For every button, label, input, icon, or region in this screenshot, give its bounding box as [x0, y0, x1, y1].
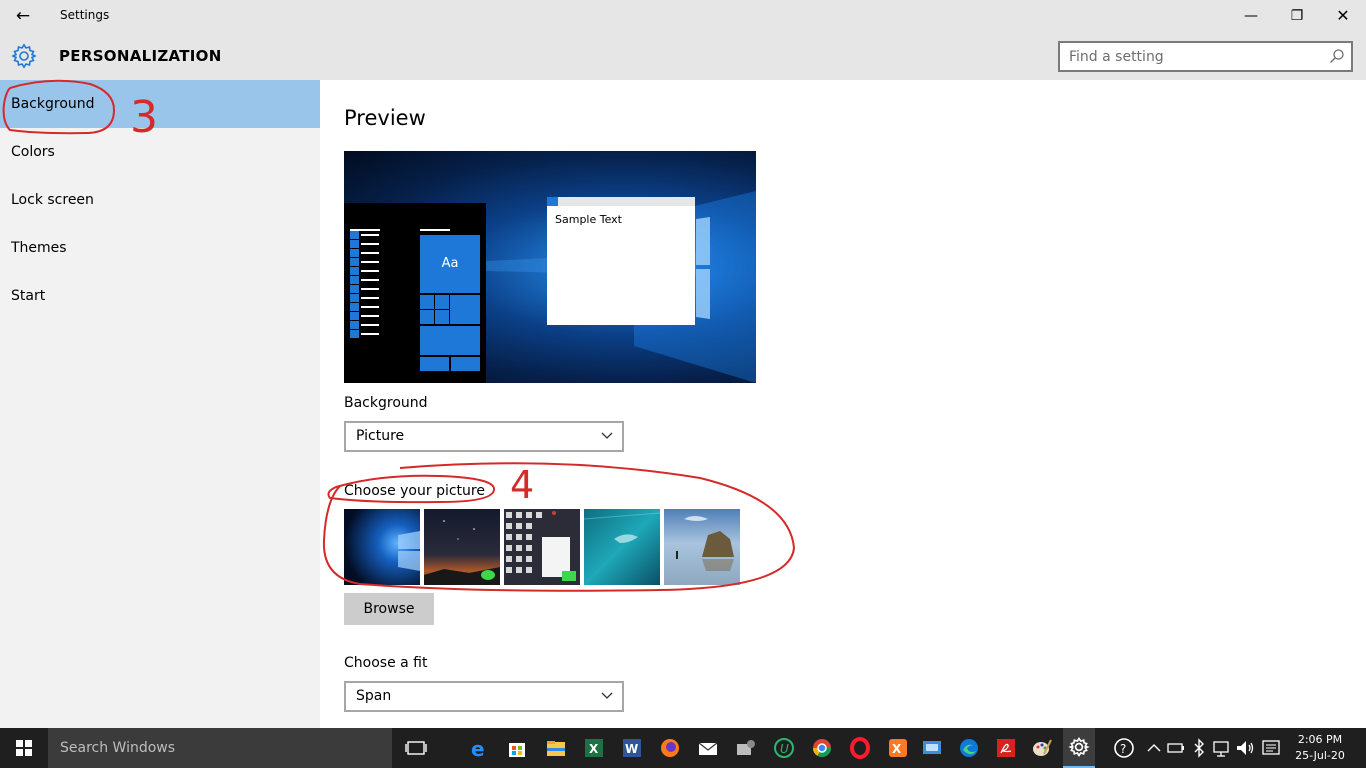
preview-sample-text: Sample Text: [555, 213, 622, 226]
file-explorer-icon[interactable]: [544, 736, 568, 760]
sidebar-item-label: Background: [11, 96, 95, 112]
bluetooth-icon[interactable]: [1187, 736, 1211, 760]
sidebar-item-themes[interactable]: Themes: [0, 224, 320, 272]
network-icon[interactable]: [1210, 736, 1234, 760]
acrobat-reader-icon[interactable]: [994, 736, 1018, 760]
svg-text:X: X: [892, 742, 902, 756]
settings-gear-icon: [1068, 737, 1090, 757]
chevron-down-icon: [601, 432, 613, 439]
picture-thumbnail-windows[interactable]: [344, 509, 420, 585]
picture-thumbnail-desktop[interactable]: [504, 509, 580, 585]
edge-legacy-icon[interactable]: e: [467, 736, 491, 760]
choose-fit-label: Choose a fit: [344, 655, 428, 671]
chrome-icon[interactable]: [810, 736, 834, 760]
mail-icon[interactable]: [696, 736, 720, 760]
taskbar-search-input[interactable]: [48, 728, 378, 768]
windows-start-icon[interactable]: [0, 728, 48, 768]
preview-start-menu: Aa: [344, 203, 486, 383]
battery-icon[interactable]: [1164, 736, 1188, 760]
settings-header: PERSONALIZATION: [0, 32, 1366, 80]
paint-icon[interactable]: [1030, 736, 1054, 760]
sidebar-item-background[interactable]: Background: [0, 80, 320, 128]
excel-icon[interactable]: X: [582, 736, 606, 760]
svg-text:W: W: [625, 742, 638, 756]
sidebar-item-label: Colors: [11, 144, 55, 160]
firefox-icon[interactable]: [658, 736, 682, 760]
gear-icon: [11, 43, 37, 69]
window-title: Settings: [60, 8, 110, 22]
sidebar: Background Colors Lock screen Themes Sta…: [0, 80, 320, 728]
picture-thumbnail-underwater[interactable]: [584, 509, 660, 585]
chevron-up-icon[interactable]: [1142, 736, 1166, 760]
volume-icon[interactable]: [1233, 736, 1257, 760]
svg-text:e: e: [471, 737, 485, 760]
fit-dropdown-value: Span: [356, 688, 392, 704]
xampp-icon[interactable]: X: [886, 736, 910, 760]
action-center-icon[interactable]: [1259, 736, 1283, 760]
search-icon[interactable]: [1329, 48, 1345, 64]
main-content: Preview Aa Sample Text Background Pictur…: [320, 80, 1366, 728]
title-bar: ← Settings — ❐ ✕: [0, 0, 1366, 32]
find-setting-input[interactable]: [1060, 43, 1315, 70]
task-view-icon[interactable]: [404, 736, 428, 760]
svg-text:U: U: [780, 742, 789, 756]
preview-line: [420, 229, 450, 231]
background-label: Background: [344, 395, 428, 411]
preview-app-list: [350, 231, 390, 339]
browse-button[interactable]: Browse: [344, 593, 434, 625]
taskbar: e X W U X ? 2:06 PM 25-Jul-20: [0, 728, 1366, 768]
sidebar-item-start[interactable]: Start: [0, 272, 320, 320]
taskbar-time: 2:06 PM: [1297, 733, 1343, 746]
sidebar-item-colors[interactable]: Colors: [0, 128, 320, 176]
sidebar-item-label: Start: [11, 288, 46, 304]
section-title: PERSONALIZATION: [59, 47, 222, 65]
chevron-down-icon: [601, 692, 613, 699]
back-arrow-icon[interactable]: ←: [10, 4, 36, 28]
taskbar-date: 25-Jul-20: [1295, 749, 1345, 762]
sidebar-item-label: Themes: [11, 240, 67, 256]
sidebar-item-label: Lock screen: [11, 192, 94, 208]
svg-text:?: ?: [1120, 742, 1126, 756]
store-icon[interactable]: [505, 736, 529, 760]
taskbar-clock[interactable]: 2:06 PM 25-Jul-20: [1290, 732, 1350, 764]
media-player-icon[interactable]: [734, 736, 758, 760]
find-setting-box[interactable]: [1058, 41, 1353, 72]
help-icon[interactable]: ?: [1112, 736, 1136, 760]
maximize-button[interactable]: ❐: [1274, 0, 1320, 32]
taskbar-search-box[interactable]: [48, 728, 392, 768]
remote-desktop-icon[interactable]: [920, 736, 944, 760]
preview-tile-text: Aa: [420, 235, 480, 293]
fit-dropdown[interactable]: Span: [344, 681, 624, 712]
word-icon[interactable]: W: [620, 736, 644, 760]
background-dropdown[interactable]: Picture: [344, 421, 624, 452]
preview-tiles: Aa: [420, 235, 480, 371]
sidebar-item-lock-screen[interactable]: Lock screen: [0, 176, 320, 224]
choose-picture-label: Choose your picture: [344, 483, 485, 499]
close-button[interactable]: ✕: [1320, 0, 1366, 32]
background-dropdown-value: Picture: [356, 428, 405, 444]
background-preview: Aa Sample Text: [344, 151, 756, 383]
minimize-button[interactable]: —: [1228, 0, 1274, 32]
preview-sample-window: Sample Text: [547, 197, 695, 325]
picture-thumbnail-night-sky[interactable]: [424, 509, 500, 585]
ucbrowser-icon[interactable]: U: [772, 736, 796, 760]
picture-thumbnail-beach-rocks[interactable]: [664, 509, 740, 585]
edge-icon[interactable]: [957, 736, 981, 760]
preview-heading: Preview: [344, 106, 426, 130]
settings-taskbar-button[interactable]: [1063, 728, 1095, 768]
svg-text:X: X: [589, 742, 599, 756]
opera-icon[interactable]: [848, 736, 872, 760]
